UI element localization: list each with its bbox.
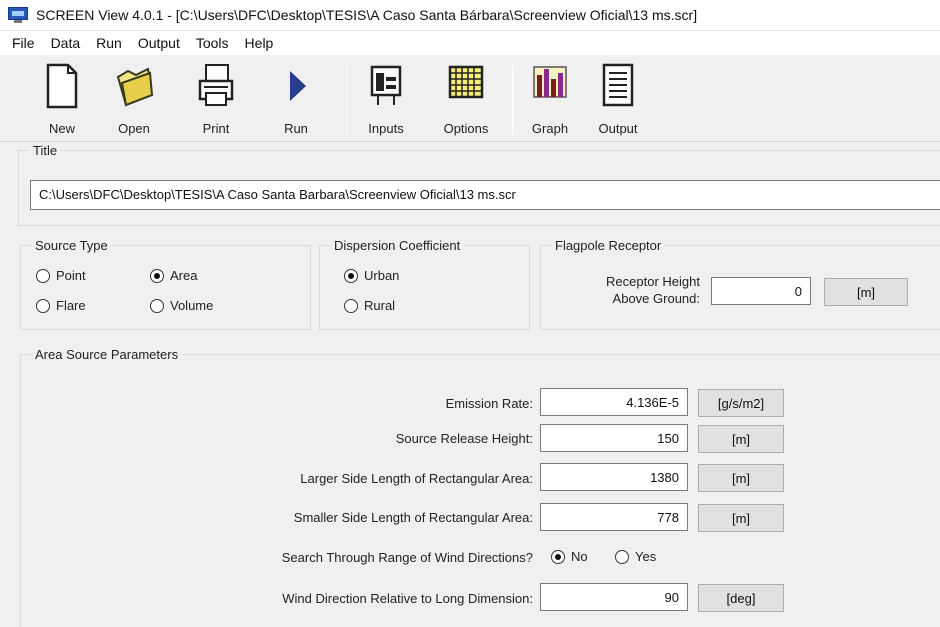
title-input[interactable]: C:\Users\DFC\Desktop\TESIS\A Caso Santa … [30,180,940,210]
folder-open-icon [116,67,154,107]
options-label: Options [443,121,489,136]
window-title: SCREEN View 4.0.1 - [C:\Users\DFC\Deskto… [36,7,698,23]
radio-point-circle [36,268,50,283]
toolbar: New Open Print Run Inputs Options Graph … [0,55,940,142]
run-arrow-icon [290,71,306,101]
radio-wind-yes[interactable]: Yes [615,549,656,564]
receptor-height-unit: [m] [824,278,908,306]
graph-button[interactable]: Graph [520,61,580,141]
radio-point[interactable]: Point [36,268,86,283]
graph-bars-icon [533,66,567,98]
new-label: New [48,121,75,136]
area-params-group: Area Source Parameters [20,347,940,627]
radio-rural-circle [344,298,358,313]
inputs-button[interactable]: Inputs [356,61,416,141]
menu-tools[interactable]: Tools [188,35,237,51]
source-type-label: Source Type [31,238,112,253]
larger-side-label: Larger Side Length of Rectangular Area: [300,471,533,486]
toolbar-separator [512,65,513,135]
run-label: Run [284,121,308,136]
release-height-unit: [m] [698,425,784,453]
receptor-height-label: Receptor Height Above Ground: [606,274,700,306]
radio-rural[interactable]: Rural [344,298,395,313]
dispersion-group: Dispersion Coefficient [319,238,530,330]
emission-rate-unit: [g/s/m2] [698,389,784,417]
radio-area-circle [150,268,164,283]
new-button[interactable]: New [32,61,92,141]
emission-rate-field[interactable]: 4.136E-5 [540,388,688,416]
larger-side-field[interactable]: 1380 [540,463,688,491]
radio-urban-circle [344,268,358,283]
emission-rate-label: Emission Rate: [445,396,533,411]
radio-volume-label: Volume [170,298,214,313]
radio-flare-label: Flare [56,298,86,313]
radio-flare-circle [36,298,50,313]
wind-search-label: Search Through Range of Wind Directions? [281,550,533,565]
area-params-label: Area Source Parameters [31,347,183,362]
print-button[interactable]: Print [186,61,246,141]
graph-label: Graph [531,121,569,136]
smaller-side-label: Smaller Side Length of Rectangular Area: [293,510,533,525]
radio-wind-yes-label: Yes [635,549,657,564]
title-group-label: Title [29,143,62,158]
radio-wind-yes-circle [615,549,629,564]
printer-icon [198,64,234,106]
radio-wind-no[interactable]: No [551,549,588,564]
wind-direction-unit: [deg] [698,584,784,612]
output-button[interactable]: Output [588,61,648,141]
source-type-group: Source Type [20,238,311,330]
radio-urban[interactable]: Urban [344,268,399,283]
smaller-side-unit: [m] [698,504,784,532]
radio-area[interactable]: Area [150,268,197,283]
menu-output[interactable]: Output [130,35,188,51]
radio-point-label: Point [56,268,86,283]
inputs-icon [370,65,402,105]
monitor-icon [8,7,28,23]
larger-side-unit: [m] [698,464,784,492]
flagpole-label: Flagpole Receptor [551,238,666,253]
radio-area-label: Area [170,268,198,283]
options-grid-icon [448,65,484,99]
radio-volume[interactable]: Volume [150,298,213,313]
dispersion-label: Dispersion Coefficient [330,238,465,253]
title-bar: SCREEN View 4.0.1 - [C:\Users\DFC\Deskto… [0,0,940,31]
menu-bar: File Data Run Output Tools Help [0,31,940,55]
menu-run[interactable]: Run [88,35,130,51]
radio-flare[interactable]: Flare [36,298,86,313]
run-button[interactable]: Run [266,61,326,141]
output-label: Output [598,121,638,136]
toolbar-separator [346,65,347,135]
wind-direction-field[interactable]: 90 [540,583,688,611]
menu-data[interactable]: Data [43,35,89,51]
radio-wind-no-circle [551,549,565,564]
new-document-icon [46,63,78,109]
inputs-label: Inputs [368,121,404,136]
wind-direction-label: Wind Direction Relative to Long Dimensio… [282,591,533,606]
open-button[interactable]: Open [104,61,164,141]
menu-help[interactable]: Help [237,35,282,51]
menu-file[interactable]: File [4,35,43,51]
main-content: Title C:\Users\DFC\Desktop\TESIS\A Caso … [18,142,940,627]
options-button[interactable]: Options [436,61,496,141]
release-height-label: Source Release Height: [395,431,533,446]
radio-volume-circle [150,298,164,313]
receptor-height-field[interactable]: 0 [711,277,811,305]
radio-rural-label: Rural [364,298,396,313]
print-label: Print [202,121,230,136]
radio-urban-label: Urban [364,268,400,283]
open-label: Open [118,121,150,136]
radio-wind-no-label: No [571,549,588,564]
output-document-icon [602,63,634,107]
release-height-field[interactable]: 150 [540,424,688,452]
smaller-side-field[interactable]: 778 [540,503,688,531]
